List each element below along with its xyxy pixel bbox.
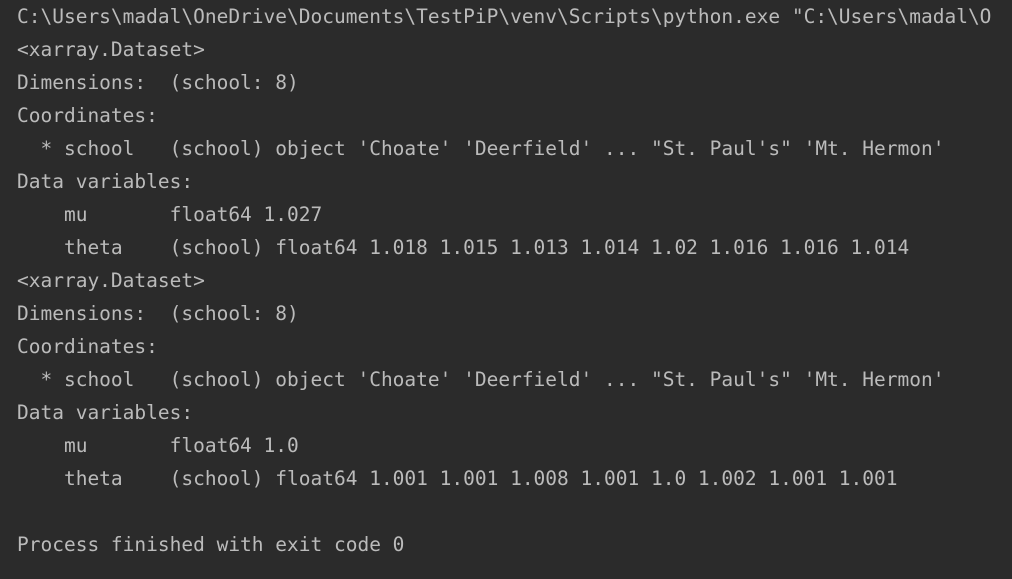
console-command-line: C:\Users\madal\OneDrive\Documents\TestPi… bbox=[17, 5, 992, 28]
console-line: mu float64 1.0 bbox=[17, 434, 299, 457]
console-line: * school (school) object 'Choate' 'Deerf… bbox=[17, 137, 945, 160]
process-exit-line: Process finished with exit code 0 bbox=[17, 533, 405, 556]
console-lines: C:\Users\madal\OneDrive\Documents\TestPi… bbox=[17, 3, 991, 564]
console-line: Data variables: bbox=[17, 401, 194, 424]
console-line: <xarray.Dataset> bbox=[17, 38, 205, 61]
console-line: Coordinates: bbox=[17, 104, 158, 127]
console-line: Coordinates: bbox=[17, 335, 158, 358]
run-console-output[interactable]: C:\Users\madal\OneDrive\Documents\TestPi… bbox=[0, 0, 1012, 579]
console-line: <xarray.Dataset> bbox=[17, 269, 205, 292]
console-line: * school (school) object 'Choate' 'Deerf… bbox=[17, 368, 945, 391]
console-line: Dimensions: (school: 8) bbox=[17, 302, 299, 325]
console-line: theta (school) float64 1.018 1.015 1.013… bbox=[17, 236, 910, 259]
console-line: Dimensions: (school: 8) bbox=[17, 71, 299, 94]
console-line: Data variables: bbox=[17, 170, 194, 193]
console-line: mu float64 1.027 bbox=[17, 203, 323, 226]
console-line: theta (school) float64 1.001 1.001 1.008… bbox=[17, 467, 898, 490]
